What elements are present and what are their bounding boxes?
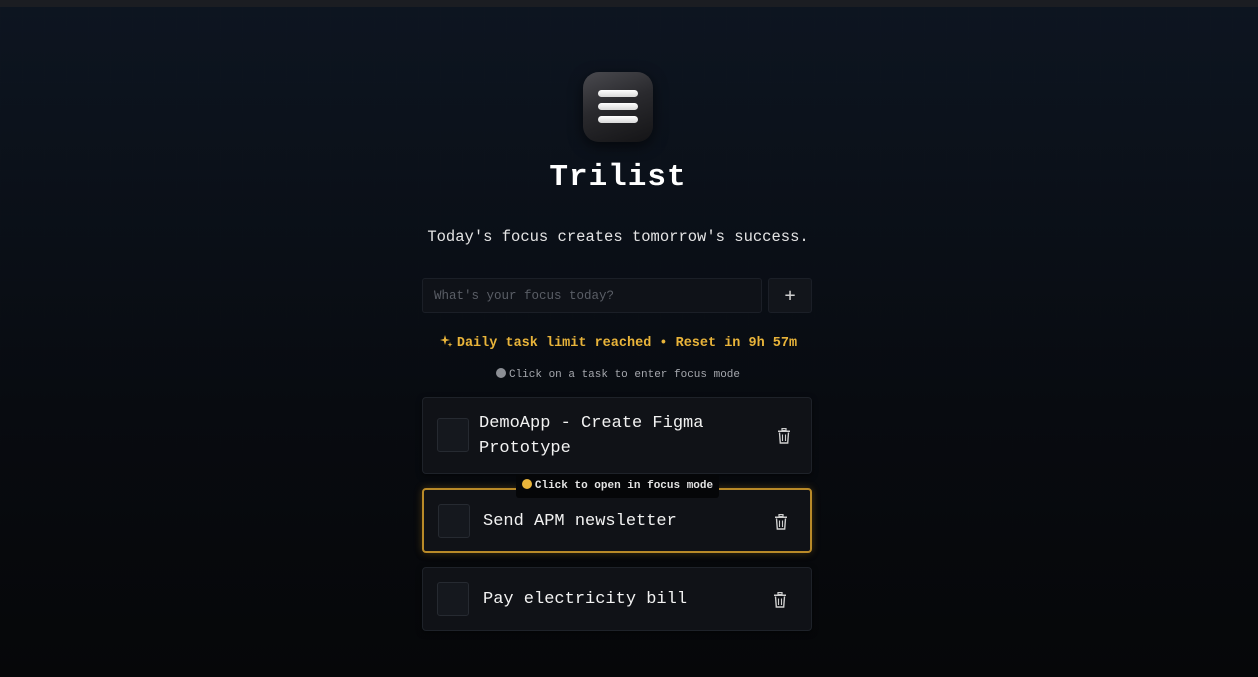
focus-hint: Click on a task to enter focus mode xyxy=(0,368,1236,381)
coin-icon xyxy=(521,479,532,489)
task-item[interactable]: DemoApp - Create Figma Prototype xyxy=(422,397,812,474)
task-checkbox[interactable] xyxy=(437,582,469,616)
task-title: Send APM newsletter xyxy=(483,512,677,531)
trash-icon[interactable] xyxy=(774,513,788,530)
task-item[interactable]: Pay electricity bill xyxy=(422,567,812,631)
trash-icon[interactable] xyxy=(773,591,787,608)
tooltip-text: Click to open in focus mode xyxy=(534,480,714,492)
task-title-line: DemoApp - Create Figma xyxy=(479,414,704,433)
sparkle-icon xyxy=(439,334,453,351)
logo-bar xyxy=(598,116,638,123)
task-title: DemoApp - Create Figma Prototype xyxy=(479,411,703,461)
window-top-bar xyxy=(0,0,1258,7)
task-checkbox[interactable] xyxy=(437,418,469,452)
logo-bar xyxy=(598,90,638,97)
task-input-row: + xyxy=(422,278,812,313)
focus-input[interactable] xyxy=(422,278,762,313)
hint-dot-icon xyxy=(495,368,506,378)
app-tagline: Today's focus creates tomorrow's success… xyxy=(427,228,809,246)
task-title-line: Prototype xyxy=(479,439,571,458)
focus-mode-tooltip: Click to open in focus mode xyxy=(516,474,719,498)
task-title: Pay electricity bill xyxy=(483,590,688,609)
logo-bar xyxy=(598,103,638,110)
task-checkbox[interactable] xyxy=(438,504,470,538)
trash-icon[interactable] xyxy=(777,427,791,444)
daily-limit-text: Daily task limit reached • Reset in 9h 5… xyxy=(456,336,798,351)
focus-hint-text: Click on a task to enter focus mode xyxy=(508,369,741,381)
daily-limit-notice: Daily task limit reached • Reset in 9h 5… xyxy=(0,334,1236,351)
app-logo-icon xyxy=(583,72,653,142)
app-title: Trilist xyxy=(549,160,687,195)
add-task-button[interactable]: + xyxy=(768,278,812,313)
